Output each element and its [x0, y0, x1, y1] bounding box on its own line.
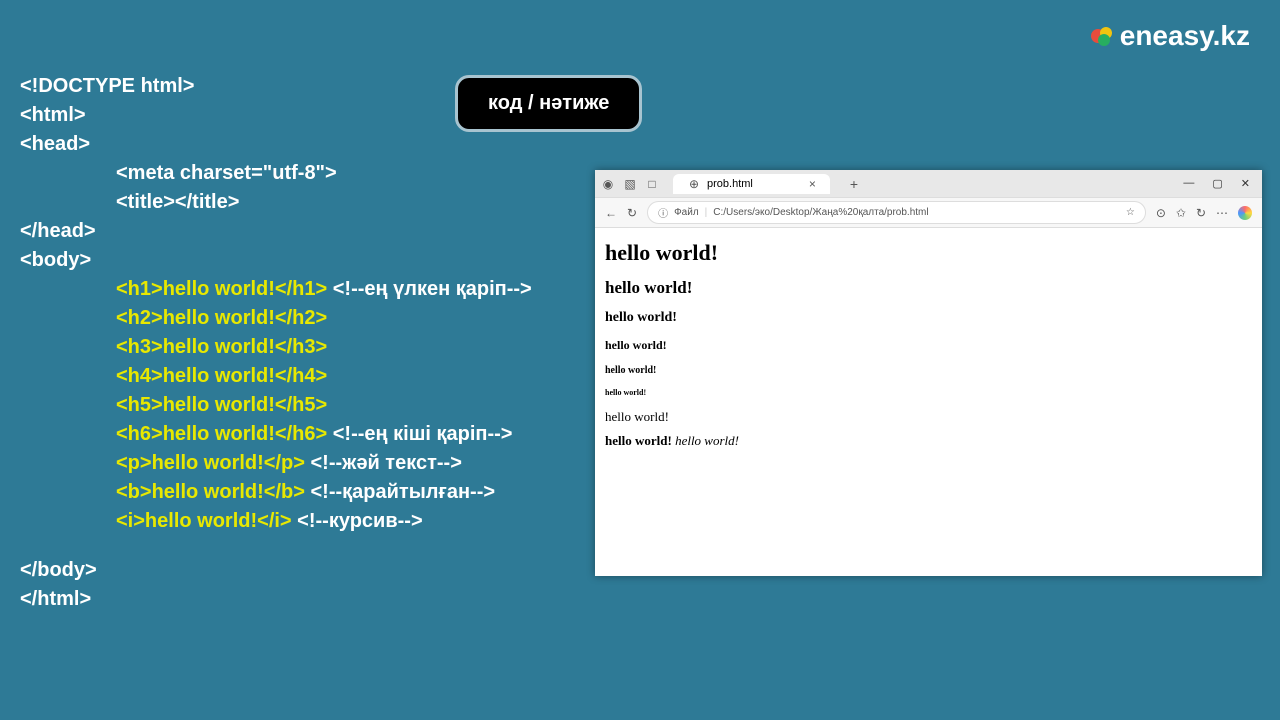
code-line: <!DOCTYPE html> — [20, 72, 532, 101]
code-block: <!DOCTYPE html> <html> <head> <meta char… — [20, 72, 532, 614]
browser-titlebar: ◉ ▧ □ ⊕ prob.html × + — ▢ ✕ — [595, 170, 1262, 198]
minimize-button[interactable]: — — [1183, 177, 1194, 190]
rendered-h1: hello world! — [605, 240, 1252, 266]
info-icon: ⓘ — [658, 205, 668, 220]
rendered-h4: hello world! — [605, 338, 1252, 353]
addr-path: C:/Users/эко/Desktop/Жаңа%20қалта/prob.h… — [713, 207, 928, 218]
close-button[interactable]: ✕ — [1241, 177, 1250, 190]
globe-icon: ⊕ — [687, 177, 701, 191]
extensions-icon[interactable]: ⊙ — [1156, 206, 1166, 220]
new-tab-button[interactable]: + — [850, 176, 858, 192]
profile-icon[interactable]: ◉ — [601, 177, 615, 191]
rendered-h5: hello world! — [605, 365, 1252, 376]
code-line: <h1>hello world!</h1> <!--ең үлкен қаріп… — [116, 275, 532, 304]
code-line: <h3>hello world!</h3> — [116, 333, 532, 362]
rendered-inline: hello world! hello world! — [605, 433, 1252, 449]
code-line: </body> — [20, 556, 532, 585]
code-line: <head> — [20, 130, 532, 159]
rendered-p: hello world! — [605, 409, 1252, 425]
browser-viewport: hello world! hello world! hello world! h… — [595, 228, 1262, 576]
browser-tab[interactable]: ⊕ prob.html × — [673, 174, 830, 194]
maximize-button[interactable]: ▢ — [1212, 177, 1222, 190]
code-line: <h6>hello world!</h6> <!--ең кіші қаріп-… — [116, 420, 532, 449]
code-line: <h5>hello world!</h5> — [116, 391, 532, 420]
more-icon[interactable]: ⋯ — [1216, 206, 1228, 220]
addr-separator: | — [705, 207, 708, 218]
sync-icon[interactable]: ↻ — [1196, 206, 1206, 220]
code-line: <title></title> — [116, 188, 532, 217]
reload-button[interactable]: ↻ — [627, 206, 637, 220]
logo-text: eneasy.kz — [1120, 20, 1250, 52]
window-controls: — ▢ ✕ — [1183, 177, 1256, 190]
code-line: <meta charset="utf-8"> — [116, 159, 532, 188]
code-line: <h4>hello world!</h4> — [116, 362, 532, 391]
address-bar[interactable]: ⓘ Файл | C:/Users/эко/Desktop/Жаңа%20қал… — [647, 201, 1146, 224]
code-line: <h2>hello world!</h2> — [116, 304, 532, 333]
code-line: </html> — [20, 585, 532, 614]
nav-back-button[interactable]: ← — [605, 206, 617, 220]
rendered-b: hello world! — [605, 433, 672, 448]
code-line: </head> — [20, 217, 532, 246]
rendered-h3: hello world! — [605, 310, 1252, 326]
code-line: <body> — [20, 246, 532, 275]
star-icon[interactable]: ☆ — [1126, 207, 1135, 218]
rendered-i: hello world! — [675, 433, 739, 448]
addr-label: Файл — [674, 207, 699, 218]
copilot-icon[interactable] — [1238, 206, 1252, 220]
workspace-icon[interactable]: ▧ — [623, 177, 637, 191]
code-line: <html> — [20, 101, 532, 130]
brand-logo: eneasy.kz — [1090, 20, 1250, 52]
rendered-h6: hello world! — [605, 388, 1252, 397]
logo-icon — [1090, 24, 1114, 48]
tab-actions-icon[interactable]: □ — [645, 177, 659, 191]
favorites-icon[interactable]: ✩ — [1176, 206, 1186, 220]
browser-window: ◉ ▧ □ ⊕ prob.html × + — ▢ ✕ ← ↻ ⓘ Файл |… — [595, 170, 1262, 576]
tab-title: prob.html — [707, 178, 753, 190]
code-line: <b>hello world!</b> <!--қарайтылған--> — [116, 478, 532, 507]
browser-toolbar: ← ↻ ⓘ Файл | C:/Users/эко/Desktop/Жаңа%2… — [595, 198, 1262, 228]
code-line: <i>hello world!</i> <!--курсив--> — [116, 507, 532, 536]
code-line: <p>hello world!</p> <!--жәй текст--> — [116, 449, 532, 478]
rendered-h2: hello world! — [605, 278, 1252, 298]
tab-close-button[interactable]: × — [809, 177, 816, 191]
